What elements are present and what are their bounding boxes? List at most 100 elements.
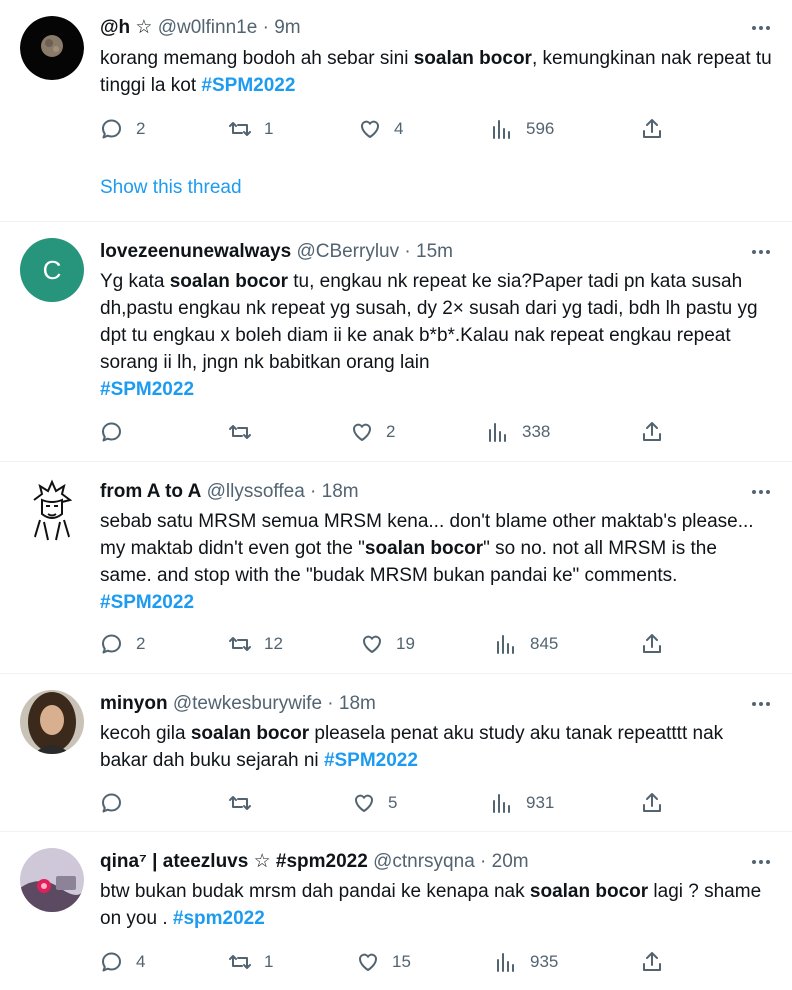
- tweet-text: sebab satu MRSM semua MRSM kena... don't…: [100, 508, 772, 616]
- tweet-header: qina⁷ | ateezluvs ☆ #spm2022 @ctnrsyqna …: [100, 850, 732, 874]
- separator-dot: ·: [404, 241, 411, 262]
- views-button[interactable]: 935: [494, 947, 558, 977]
- tweet[interactable]: C lovezeenunewalways @CBerryluv · 15m Yg…: [0, 222, 792, 462]
- more-icon: [752, 860, 770, 864]
- reply-button[interactable]: 4: [100, 947, 145, 977]
- heart-icon: [352, 423, 372, 441]
- avatar[interactable]: [20, 690, 84, 754]
- views-count: 935: [530, 952, 559, 971]
- retweet-icon: [229, 955, 251, 969]
- more-options-button[interactable]: [748, 242, 774, 262]
- reply-icon: [102, 952, 121, 972]
- tweet[interactable]: minyon @tewkesburywife · 18m kecoh gila …: [0, 674, 792, 832]
- photo-avatar-image: [20, 848, 84, 912]
- heart-icon: [358, 953, 378, 971]
- like-count: 5: [388, 793, 398, 812]
- timestamp[interactable]: 18m: [339, 693, 376, 714]
- hashtag-link[interactable]: #SPM2022: [100, 379, 194, 400]
- share-button[interactable]: [640, 629, 664, 659]
- avatar[interactable]: [20, 478, 84, 542]
- hashtag-link[interactable]: #SPM2022: [201, 75, 295, 96]
- avatar[interactable]: [20, 848, 84, 912]
- retweet-button[interactable]: [228, 788, 264, 818]
- tweet[interactable]: from A to A @llyssoffea · 18m sebab satu…: [0, 462, 792, 674]
- tweet-header: lovezeenunewalways @CBerryluv · 15m: [100, 240, 732, 264]
- tweet-text: korang memang bodoh ah sebar sini soalan…: [100, 45, 772, 99]
- views-count: 931: [526, 793, 555, 812]
- heart-icon: [354, 794, 374, 812]
- like-button[interactable]: 4: [358, 114, 403, 144]
- more-options-button[interactable]: [748, 852, 774, 872]
- user-handle[interactable]: @llyssoffea: [207, 481, 305, 502]
- moon-avatar-image: [20, 16, 84, 80]
- retweet-button[interactable]: 1: [228, 114, 273, 144]
- more-options-button[interactable]: [748, 18, 774, 38]
- reply-count: 2: [136, 634, 146, 653]
- tweet-text: kecoh gila soalan bocor pleasela penat a…: [100, 720, 772, 774]
- reply-button[interactable]: 2: [100, 114, 145, 144]
- display-name[interactable]: qina⁷ | ateezluvs ☆ #spm2022: [100, 851, 368, 872]
- views-icon: [493, 794, 510, 813]
- share-button[interactable]: [640, 788, 664, 818]
- reply-count: 2: [136, 119, 146, 138]
- tweet[interactable]: @h ☆ @w0lfinn1e · 9m korang memang bodoh…: [0, 0, 792, 222]
- more-options-button[interactable]: [748, 482, 774, 502]
- tweet[interactable]: qina⁷ | ateezluvs ☆ #spm2022 @ctnrsyqna …: [0, 832, 792, 990]
- views-button[interactable]: 596: [490, 114, 554, 144]
- like-button[interactable]: 2: [350, 417, 395, 447]
- views-button[interactable]: 845: [494, 629, 558, 659]
- share-button[interactable]: [640, 947, 664, 977]
- highlighted-keyword: soalan bocor: [413, 48, 532, 69]
- views-count: 596: [526, 119, 555, 138]
- reply-button[interactable]: [100, 417, 136, 447]
- tweet-text-segment: btw bukan budak mrsm dah pandai ke kenap…: [100, 881, 530, 902]
- like-button[interactable]: 19: [360, 629, 415, 659]
- user-handle[interactable]: @tewkesburywife: [173, 693, 322, 714]
- heart-icon: [362, 635, 382, 653]
- timestamp[interactable]: 18m: [322, 481, 359, 502]
- like-button[interactable]: 5: [352, 788, 397, 818]
- like-button[interactable]: 15: [356, 947, 411, 977]
- separator-dot: ·: [310, 481, 317, 502]
- like-count: 4: [394, 119, 404, 138]
- timestamp[interactable]: 20m: [492, 851, 529, 872]
- timestamp[interactable]: 9m: [274, 17, 300, 38]
- share-button[interactable]: [640, 417, 664, 447]
- reply-icon: [102, 422, 121, 442]
- hashtag-link[interactable]: #SPM2022: [324, 750, 418, 771]
- highlighted-keyword: soalan bocor: [169, 271, 288, 292]
- display-name[interactable]: minyon: [100, 693, 168, 714]
- share-button[interactable]: [640, 114, 664, 144]
- photo-avatar-image: [20, 690, 84, 754]
- retweet-count: 1: [264, 119, 274, 138]
- reply-button[interactable]: 2: [100, 629, 145, 659]
- display-name[interactable]: @h ☆: [100, 17, 152, 38]
- retweet-button[interactable]: 1: [228, 947, 273, 977]
- display-name[interactable]: from A to A: [100, 481, 201, 502]
- more-icon: [752, 250, 770, 254]
- more-options-button[interactable]: [748, 694, 774, 714]
- avatar-letter: C: [42, 254, 62, 285]
- hashtag-link[interactable]: #spm2022: [173, 908, 265, 929]
- retweet-button[interactable]: 12: [228, 629, 283, 659]
- reply-button[interactable]: [100, 788, 136, 818]
- views-icon: [489, 423, 506, 442]
- sketch-avatar-image: [20, 478, 84, 542]
- views-button[interactable]: 338: [486, 417, 550, 447]
- share-icon: [643, 634, 661, 653]
- user-handle[interactable]: @CBerryluv: [296, 241, 399, 262]
- retweet-button[interactable]: [228, 417, 264, 447]
- display-name[interactable]: lovezeenunewalways: [100, 241, 291, 262]
- retweet-icon: [229, 425, 251, 439]
- avatar[interactable]: C: [20, 238, 84, 302]
- show-thread-link[interactable]: Show this thread: [100, 177, 242, 199]
- views-button[interactable]: 931: [490, 788, 554, 818]
- user-handle[interactable]: @ctnrsyqna: [373, 851, 475, 872]
- share-icon: [643, 793, 661, 812]
- timestamp[interactable]: 15m: [416, 241, 453, 262]
- reply-icon: [102, 119, 121, 139]
- avatar[interactable]: [20, 16, 84, 80]
- hashtag-link[interactable]: #SPM2022: [100, 592, 194, 613]
- tweet-text-segment: Yg kata: [100, 271, 170, 292]
- user-handle[interactable]: @w0lfinn1e: [158, 17, 258, 38]
